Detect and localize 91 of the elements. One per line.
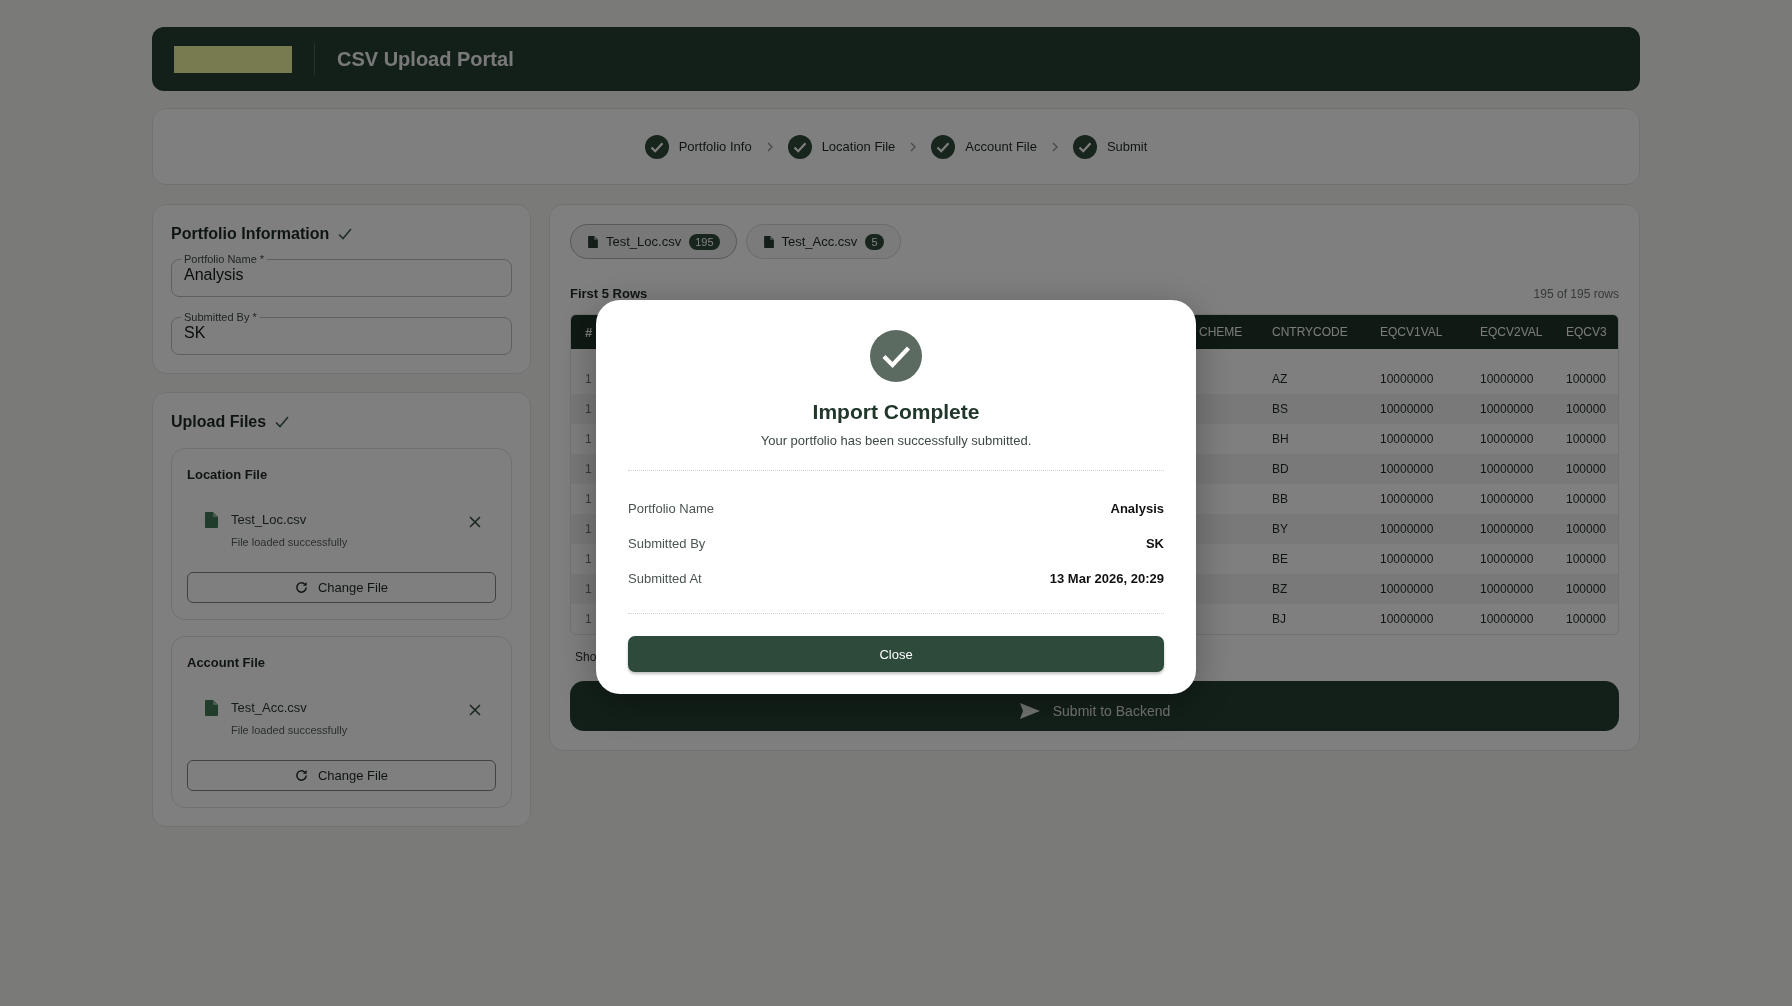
table-cell-text: 10000000 bbox=[1379, 371, 1435, 388]
table-cell-text: 10000000 bbox=[1379, 551, 1435, 568]
detail-value: SK bbox=[1145, 536, 1164, 551]
close-button[interactable]: Close bbox=[628, 636, 1164, 672]
file-status: File loaded successfully bbox=[231, 536, 348, 548]
file-tab[interactable]: Test_Acc.csv 5 bbox=[745, 224, 901, 259]
table-cell-text: 1 bbox=[584, 431, 593, 448]
table-cell-text: 10000000 bbox=[1479, 491, 1535, 508]
table-cell-text: BE bbox=[1271, 551, 1289, 568]
step-label: Portfolio Info bbox=[678, 139, 752, 154]
step-label: Submit bbox=[1106, 139, 1148, 154]
dialog-message: Your portfolio has been successfully submitted. bbox=[759, 433, 1033, 448]
file-tab[interactable]: Test_Loc.csv 195 bbox=[570, 224, 737, 259]
file-name: Test_Acc.csv bbox=[231, 700, 308, 715]
table-cell-text: 10000000 bbox=[1479, 611, 1535, 628]
table-cell-text: BJ bbox=[1271, 611, 1287, 628]
app-title: CSV Upload Portal bbox=[337, 47, 514, 71]
table-cell-text: 10000000 bbox=[1479, 401, 1535, 418]
table-cell-text: 1 bbox=[584, 521, 593, 538]
table-cell-text: 10000000 bbox=[1379, 611, 1435, 628]
table-cell-text: BS bbox=[1271, 401, 1289, 418]
table-cell-text: 10000000 bbox=[1379, 581, 1435, 598]
file-icon bbox=[588, 235, 598, 248]
step-label: Account File bbox=[965, 139, 1037, 154]
table-cell-text: BB bbox=[1271, 491, 1289, 508]
table-cell-text: 100000 bbox=[1565, 521, 1608, 538]
detail-value: 13 Mar 2026, 20:29 bbox=[1049, 571, 1164, 586]
chevron-icon bbox=[909, 141, 918, 152]
table-cell-text: 10000000 bbox=[1479, 521, 1535, 538]
table-cell-text: AZ bbox=[1271, 371, 1289, 388]
table-cell-text: 100000 bbox=[1565, 551, 1608, 568]
table-cell-text: 100000 bbox=[1565, 401, 1608, 418]
table-cell-text: 1 bbox=[584, 461, 593, 478]
preview-heading: First 5 Rows bbox=[570, 286, 648, 301]
table-cell-text: 10000000 bbox=[1379, 521, 1435, 538]
field-label: Portfolio Name * bbox=[183, 253, 266, 265]
field-label: Submitted By * bbox=[183, 311, 258, 323]
column-header: EQCV2VAL bbox=[1479, 324, 1544, 341]
detail-label: Portfolio Name bbox=[628, 501, 714, 516]
table-cell-text: 100000 bbox=[1565, 431, 1608, 448]
column-header: CNTRYCODE bbox=[1271, 324, 1349, 341]
table-cell-text: 1 bbox=[584, 371, 593, 388]
send-icon bbox=[1018, 701, 1041, 720]
detail-label: Submitted At bbox=[628, 571, 702, 586]
table-cell-text: 10000000 bbox=[1379, 491, 1435, 508]
file-section-title: Account File bbox=[187, 655, 266, 670]
table-cell-text: 10000000 bbox=[1479, 461, 1535, 478]
table-cell-text: 1 bbox=[584, 581, 593, 598]
table-cell-text: 10000000 bbox=[1479, 371, 1535, 388]
table-cell-text: 10000000 bbox=[1479, 431, 1535, 448]
table-cell-text: 100000 bbox=[1565, 371, 1608, 388]
table-cell-text: 1 bbox=[584, 551, 593, 568]
count-badge: 195 bbox=[689, 233, 720, 250]
table-cell-text: 1 bbox=[584, 401, 593, 418]
table-cell-text: BD bbox=[1271, 461, 1290, 478]
section-title: Portfolio Information bbox=[171, 225, 330, 243]
table-cell-text: BZ bbox=[1271, 581, 1289, 598]
table-footer-text: Sho bbox=[575, 650, 597, 664]
table-cell-text: 100000 bbox=[1565, 611, 1608, 628]
file-name: Test_Loc.csv bbox=[231, 512, 308, 527]
table-cell-text: 1 bbox=[584, 491, 593, 508]
step-label: Location File bbox=[821, 139, 896, 154]
table-cell-text: 1 bbox=[584, 611, 593, 628]
detail-label: Submitted By bbox=[628, 536, 706, 551]
count-badge: 5 bbox=[865, 233, 884, 250]
column-header: # bbox=[584, 323, 594, 342]
section-title: Upload Files bbox=[171, 413, 267, 431]
column-header: CHEME bbox=[1198, 324, 1244, 341]
dialog-title: Import Complete bbox=[811, 400, 981, 424]
column-header: EQCV3 bbox=[1565, 324, 1608, 341]
table-cell-text: 10000000 bbox=[1379, 401, 1435, 418]
text-field[interactable]: Submitted By * SK bbox=[171, 311, 512, 355]
table-cell-text: BY bbox=[1271, 521, 1289, 538]
file-icon bbox=[763, 235, 774, 248]
file-section-title: Location File bbox=[187, 467, 269, 482]
column-header: EQCV1VAL bbox=[1379, 324, 1444, 341]
chevron-icon bbox=[1050, 141, 1059, 152]
table-cell-text: 10000000 bbox=[1379, 461, 1435, 478]
table-cell-text: 10000000 bbox=[1479, 551, 1535, 568]
detail-value: Analysis bbox=[1110, 501, 1164, 516]
table-cell-text: 10000000 bbox=[1379, 431, 1435, 448]
file-status: File loaded successfully bbox=[231, 724, 348, 736]
table-cell-text: BH bbox=[1271, 431, 1290, 448]
table-cell-text: 10000000 bbox=[1479, 581, 1535, 598]
success-icon bbox=[870, 330, 922, 382]
text-field[interactable]: Portfolio Name * Analysis bbox=[171, 253, 512, 297]
table-cell-text: 100000 bbox=[1565, 461, 1608, 478]
table-cell-text: 100000 bbox=[1565, 581, 1608, 598]
row-count: 195 of 195 rows bbox=[1533, 287, 1619, 301]
chevron-icon bbox=[765, 141, 774, 152]
table-cell-text: 100000 bbox=[1565, 491, 1608, 508]
